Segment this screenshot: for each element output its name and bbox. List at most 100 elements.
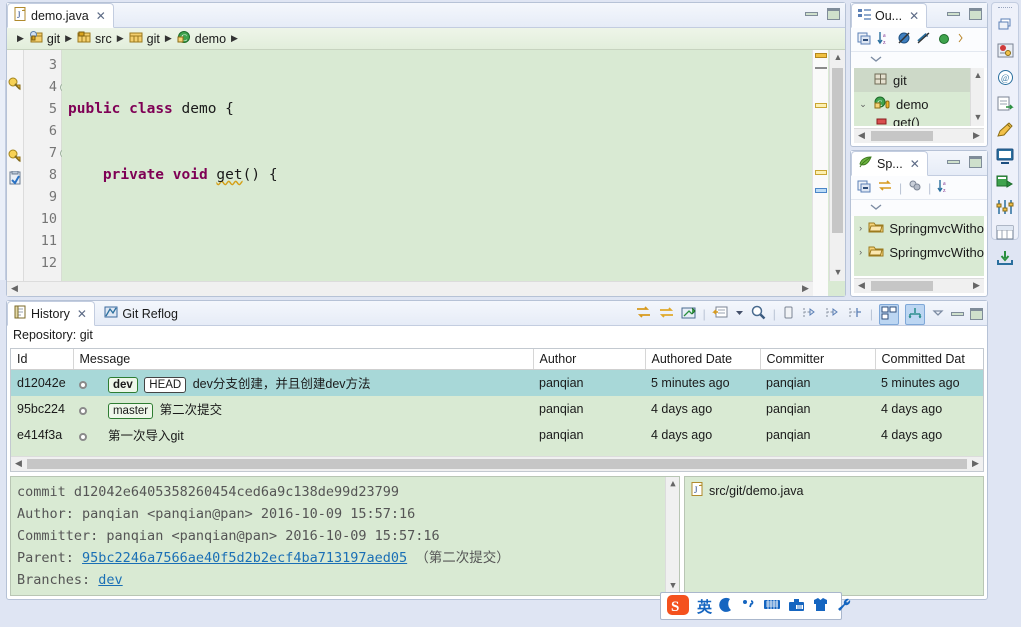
scroll-left-icon[interactable]: ◀ — [854, 279, 869, 294]
breadcrumb-arrow[interactable]: ▶ — [231, 33, 238, 44]
commit-detail-text[interactable]: commit d12042e6405358260454ced6a9c138de9… — [10, 476, 680, 596]
more-icon[interactable] — [957, 31, 965, 48]
tab-history[interactable]: History ✕ — [7, 301, 95, 326]
column-header-authored-date[interactable]: Authored Date — [645, 349, 761, 370]
minimize-button[interactable] — [951, 312, 964, 316]
outline-view-menu[interactable] — [851, 52, 987, 68]
column-header-id[interactable]: Id — [11, 349, 74, 370]
run-server-icon[interactable] — [996, 174, 1014, 192]
tree-twistie[interactable]: ⌄ — [858, 99, 868, 110]
scroll-right-icon[interactable]: ▶ — [968, 457, 983, 471]
spring-tree[interactable]: › SpringmvcWitho › SpringmvcWitho — [854, 216, 984, 276]
scroll-right-icon[interactable]: ▶ — [969, 129, 984, 144]
scroll-up-icon[interactable]: ▲ — [666, 477, 679, 493]
editor-horizontal-scrollbar[interactable]: ◀ ▶ — [7, 281, 813, 296]
soft-keyboard-icon[interactable] — [763, 597, 781, 615]
collapse-all-icon[interactable] — [857, 31, 871, 48]
sort-icon[interactable]: az — [937, 179, 951, 196]
todo-task-icon[interactable] — [8, 170, 22, 188]
download-icon[interactable] — [996, 250, 1014, 269]
column-header-committed-date[interactable]: Committed Dat — [875, 349, 983, 370]
close-icon[interactable]: ✕ — [96, 9, 106, 23]
overview-marker-warning[interactable] — [815, 103, 827, 108]
scroll-down-icon[interactable]: ▼ — [830, 265, 846, 281]
outline-item-demo[interactable]: ⌄ C demo — [854, 92, 984, 116]
close-icon[interactable]: ✕ — [909, 9, 919, 23]
breadcrumb-arrow[interactable]: ▶ — [65, 33, 72, 44]
quick-fix-warning-icon[interactable] — [8, 77, 22, 94]
show-relative-dates-icon[interactable] — [905, 303, 925, 325]
scroll-thumb[interactable] — [871, 281, 933, 291]
close-icon[interactable]: ✕ — [77, 307, 87, 321]
tree-twistie[interactable]: › — [858, 223, 863, 233]
outline-item-get-method[interactable]: get() — [854, 116, 984, 126]
hide-nonpublic-icon[interactable] — [937, 31, 951, 48]
chevron-down-icon[interactable] — [735, 306, 744, 323]
ref-tag-head[interactable]: HEAD — [144, 377, 187, 393]
scroll-left-icon[interactable]: ◀ — [11, 457, 26, 471]
ref-tag-branch[interactable]: dev — [107, 377, 138, 393]
scroll-up-icon[interactable]: ▲ — [971, 68, 984, 84]
settings-wrench-icon[interactable] — [836, 597, 852, 615]
column-header-committer[interactable]: Committer — [760, 349, 876, 370]
wrap-layout-icon[interactable] — [879, 303, 899, 325]
scroll-down-icon[interactable]: ▼ — [971, 110, 984, 126]
scroll-right-icon[interactable]: ▶ — [798, 282, 813, 297]
overview-ruler[interactable] — [812, 50, 828, 296]
minimize-button[interactable] — [947, 12, 960, 16]
follow-renames-icon[interactable] — [847, 305, 864, 323]
overview-marker-task[interactable] — [815, 188, 827, 193]
minimize-button[interactable] — [947, 160, 960, 164]
table-row[interactable]: e414f3a 第一次导入git panqian 4 days ago panq… — [11, 422, 983, 447]
at-perspective-icon[interactable]: @ — [997, 69, 1014, 89]
source-code-text[interactable]: public class demo { private void get() {… — [62, 50, 845, 296]
compare-mode-icon[interactable] — [635, 305, 652, 323]
show-all-changes-icon[interactable] — [782, 305, 795, 323]
outline-tree[interactable]: git ⌄ C demo get() ▲ ▼ — [854, 68, 984, 126]
table-view-icon[interactable] — [996, 225, 1014, 243]
spring-horizontal-scrollbar[interactable]: ◀ ▶ — [854, 278, 984, 293]
restore-perspective-icon[interactable] — [997, 17, 1014, 35]
collapse-all-icon[interactable] — [857, 179, 871, 196]
minimize-button[interactable] — [805, 12, 818, 16]
link-editor-icon[interactable] — [877, 179, 893, 196]
annotation-ruler[interactable] — [7, 50, 24, 296]
parent-commit-link[interactable]: 95bc2246a7566ae40f5d2b2ecf4ba713197aed05 — [82, 550, 407, 566]
scroll-left-icon[interactable]: ◀ — [7, 282, 22, 297]
breadcrumb-arrow[interactable]: ▶ — [17, 33, 24, 44]
outline-horizontal-scrollbar[interactable]: ◀ ▶ — [854, 128, 984, 143]
scroll-thumb[interactable] — [832, 68, 843, 233]
maximize-button[interactable] — [969, 8, 982, 20]
view-menu-icon[interactable] — [869, 201, 883, 215]
history-table-horizontal-scrollbar[interactable]: ◀ ▶ — [11, 456, 983, 471]
changed-files-list[interactable]: J src/git/demo.java — [684, 476, 984, 596]
equalizer-icon[interactable] — [996, 199, 1014, 218]
scroll-thumb[interactable] — [871, 131, 933, 141]
breadcrumb-item-git-project[interactable]: git — [29, 30, 60, 47]
skin-icon[interactable] — [812, 597, 829, 615]
maximize-button[interactable] — [970, 308, 983, 320]
spring-view-menu[interactable] — [851, 200, 987, 216]
scroll-right-icon[interactable]: ▶ — [969, 279, 984, 294]
console-icon[interactable] — [996, 148, 1014, 167]
tree-twistie[interactable]: › — [858, 247, 863, 257]
list-item[interactable]: J src/git/demo.java — [691, 482, 977, 499]
spring-item-project-1[interactable]: › SpringmvcWitho — [854, 216, 984, 240]
debug-perspective-icon[interactable] — [996, 42, 1015, 62]
commit-detail-vertical-scrollbar[interactable]: ▲ ▼ — [665, 477, 679, 595]
tab-spring-explorer[interactable]: Sp... ✕ — [851, 151, 928, 176]
view-menu-icon[interactable] — [931, 307, 945, 322]
scroll-up-icon[interactable]: ▲ — [830, 50, 846, 66]
tab-git-reflog[interactable]: Git Reflog — [98, 301, 185, 326]
table-row[interactable]: 95bc224 master 第二次提交 panqian 4 days ago … — [11, 396, 983, 422]
maximize-button[interactable] — [827, 8, 840, 20]
sort-icon[interactable]: az — [877, 31, 891, 48]
editor-tab-demo-java[interactable]: J demo.java ✕ — [7, 3, 114, 28]
moon-icon[interactable] — [719, 597, 734, 616]
breadcrumb-item-git-package[interactable]: git — [129, 30, 160, 47]
scroll-left-icon[interactable]: ◀ — [854, 129, 869, 144]
punctuation-icon[interactable] — [741, 597, 756, 616]
scroll-thumb[interactable] — [27, 459, 967, 469]
spring-item-project-2[interactable]: › SpringmvcWitho — [854, 240, 984, 264]
maximize-button[interactable] — [969, 156, 982, 168]
